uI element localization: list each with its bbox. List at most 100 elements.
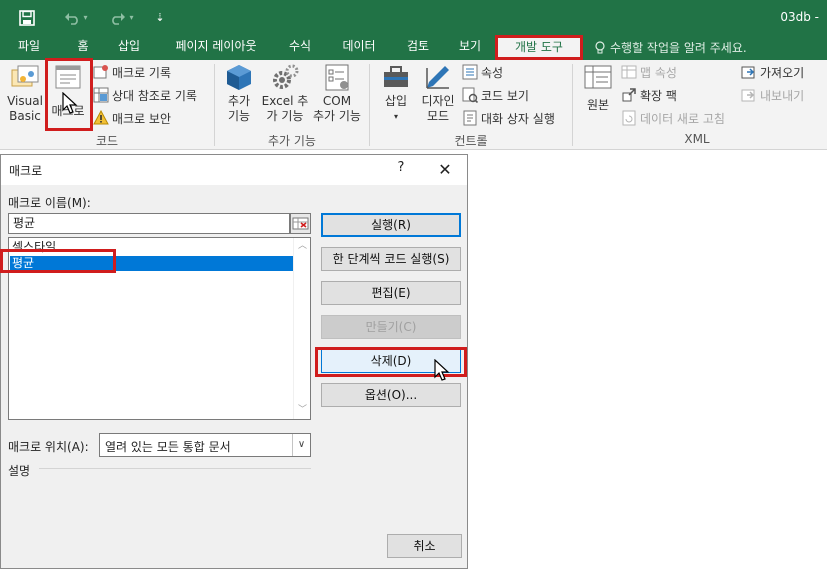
close-button[interactable]: ✕ (433, 158, 457, 182)
code-group-label: 코드 (95, 134, 119, 148)
record-macro-button[interactable]: 매크로 기록 (93, 62, 171, 82)
visual-basic-label-1: Visual (7, 94, 43, 108)
excel-addins-label-1: Excel 추 (261, 94, 309, 108)
redo-icon (112, 12, 126, 25)
document-title: 03db - (780, 10, 819, 24)
visual-basic-button[interactable]: Visual Basic (6, 62, 44, 124)
mouse-cursor-icon (434, 359, 450, 381)
run-button[interactable]: 실행(R) (321, 213, 461, 237)
relative-reference-button[interactable]: 상대 참조로 기록 (93, 85, 197, 105)
properties-icon (462, 64, 478, 80)
redo-button[interactable]: ▾ (104, 0, 140, 35)
export-label: 내보내기 (760, 88, 805, 103)
tab-developer[interactable]: 개발 도구 (495, 35, 583, 60)
run-dialog-label: 대화 상자 실행 (481, 111, 555, 126)
tell-me-search[interactable]: 수행할 작업을 알려 주세요. (594, 35, 747, 60)
lightbulb-icon (595, 40, 605, 53)
run-dialog-button[interactable]: 대화 상자 실행 (462, 108, 555, 128)
tab-view[interactable]: 보기 (450, 35, 490, 60)
design-mode-button[interactable]: 디자인 모드 (418, 62, 458, 124)
options-button[interactable]: 옵션(O)... (321, 383, 461, 407)
export-icon (741, 87, 757, 103)
range-select-icon (292, 217, 309, 230)
insert-control-label: 삽입 (384, 94, 408, 108)
run-dialog-icon (462, 110, 478, 126)
map-properties-button[interactable]: 맵 속성 (621, 62, 677, 82)
create-button[interactable]: 만들기(C) (321, 315, 461, 339)
save-button[interactable] (12, 0, 42, 35)
macro-security-label: 매크로 보안 (112, 111, 172, 126)
tell-me-text: 수행할 작업을 알려 주세요. (610, 40, 747, 55)
customize-toolbar-icon[interactable]: ⇣ (150, 0, 170, 35)
undo-dropdown-icon[interactable]: ▾ (83, 13, 87, 22)
selected-item-highlight (0, 249, 116, 273)
record-macro-icon (93, 64, 109, 80)
tab-data[interactable]: 데이터 (334, 35, 384, 60)
tab-insert[interactable]: 삽입 (106, 35, 152, 60)
description-label: 설명 (8, 464, 31, 478)
addins-button[interactable]: 추가 기능 (222, 62, 256, 124)
insert-control-button[interactable]: 삽입 ▾ (378, 62, 414, 124)
xml-source-label: 원본 (586, 98, 610, 112)
undo-icon (65, 12, 79, 25)
tab-file[interactable]: 파일 (6, 35, 52, 60)
com-addins-icon (325, 64, 349, 91)
macro-name-label: 매크로 이름(M): (8, 196, 91, 210)
visual-basic-label-2: Basic (9, 109, 41, 123)
xml-source-icon (584, 65, 612, 89)
ribbon-developer: Visual Basic 매크로 매크로 기록 상대 참조로 기록 매크로 보안… (0, 60, 827, 150)
undo-button[interactable]: ▾ (58, 0, 94, 35)
collapse-dialog-button[interactable] (290, 213, 311, 234)
warning-icon (93, 109, 109, 126)
properties-label: 속성 (481, 65, 504, 80)
com-addins-button[interactable]: COM 추가 기능 (311, 62, 363, 124)
scroll-up-icon[interactable]: ︿ (294, 238, 311, 255)
cancel-button[interactable]: 취소 (387, 534, 462, 558)
save-icon (19, 9, 35, 26)
import-button[interactable]: 가져오기 (741, 62, 804, 82)
design-mode-icon (426, 66, 449, 89)
tab-home[interactable]: 홈 (66, 35, 100, 60)
com-addins-label-1: COM (322, 94, 352, 108)
step-into-button[interactable]: 한 단계씩 코드 실행(S) (321, 247, 461, 271)
refresh-data-button[interactable]: 데이터 새로 고침 (621, 108, 725, 128)
ribbon-tabs: 파일 홈 삽입 페이지 레이아웃 수식 데이터 검토 보기 개발 도구 수행할 … (0, 35, 827, 60)
macro-security-button[interactable]: 매크로 보안 (93, 108, 171, 128)
export-button[interactable]: 내보내기 (741, 85, 804, 105)
tab-review[interactable]: 검토 (398, 35, 438, 60)
macro-name-input[interactable]: 평균 (8, 213, 290, 234)
properties-button[interactable]: 속성 (462, 62, 503, 82)
excel-addins-label-2: 가 기능 (266, 109, 304, 123)
controls-group-label: 컨트롤 (454, 134, 488, 148)
import-label: 가져오기 (760, 65, 805, 80)
chevron-down-icon[interactable]: ∨ (292, 434, 310, 456)
map-properties-label: 맵 속성 (640, 65, 677, 80)
toolbox-icon (384, 66, 408, 87)
macro-dialog: 매크로 ? ✕ 매크로 이름(M): 평균 셀스타일 평균 ︿ ﹀ 매크로 위치… (0, 154, 468, 569)
com-addins-label-2: 추가 기능 (313, 109, 361, 123)
tab-page-layout[interactable]: 페이지 레이아웃 (164, 35, 268, 60)
relative-reference-icon (93, 87, 109, 103)
design-mode-label-1: 디자인 (421, 94, 455, 108)
refresh-data-label: 데이터 새로 고침 (640, 111, 725, 126)
view-code-icon (462, 87, 479, 104)
refresh-data-icon (621, 110, 637, 126)
macro-location-label: 매크로 위치(A): (8, 440, 89, 454)
expansion-packs-button[interactable]: 확장 팩 (621, 85, 677, 105)
import-icon (741, 64, 757, 80)
tab-formulas[interactable]: 수식 (278, 35, 322, 60)
addins-group-label: 추가 기능 (268, 134, 316, 148)
xml-source-button[interactable]: 원본 (580, 62, 616, 113)
addins-label-1: 추가 (227, 94, 251, 108)
addins-cube-icon (227, 65, 251, 90)
excel-addins-button[interactable]: Excel 추 가 기능 (260, 62, 310, 124)
view-code-button[interactable]: 코드 보기 (462, 85, 529, 105)
scroll-down-icon[interactable]: ﹀ (294, 402, 311, 419)
record-macro-label: 매크로 기록 (112, 65, 172, 80)
list-scrollbar[interactable]: ︿ ﹀ (293, 238, 310, 419)
help-button[interactable]: ? (393, 160, 409, 180)
xml-group-label: XML (684, 132, 710, 146)
redo-dropdown-icon[interactable]: ▾ (129, 13, 133, 22)
edit-button[interactable]: 편집(E) (321, 281, 461, 305)
macro-location-select[interactable]: 열려 있는 모든 통합 문서 ∨ (99, 433, 311, 457)
